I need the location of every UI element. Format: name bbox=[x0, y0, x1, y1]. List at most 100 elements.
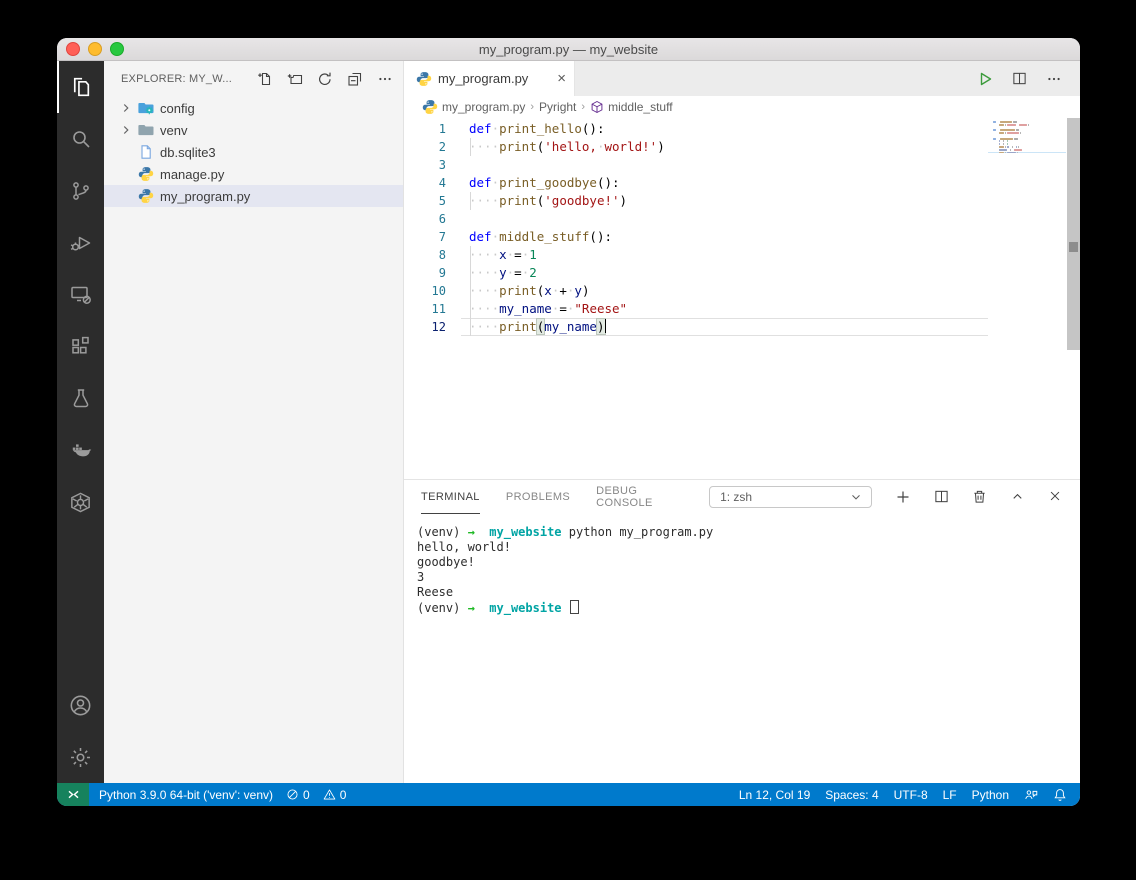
shell-selector-value: 1: zsh bbox=[720, 490, 752, 504]
close-x-icon[interactable] bbox=[1048, 489, 1062, 505]
breadcrumb-item-Pyright[interactable]: Pyright bbox=[539, 100, 576, 114]
line-number: 12 bbox=[404, 318, 461, 336]
status-cursor-position[interactable]: Ln 12, Col 19 bbox=[739, 788, 810, 802]
activity-item-settings-gear[interactable] bbox=[57, 731, 104, 783]
titlebar: my_program.py — my_website bbox=[57, 38, 1080, 61]
run-icon[interactable] bbox=[977, 71, 993, 87]
activity-item-files[interactable] bbox=[57, 61, 104, 113]
terminal-line: hello, world! bbox=[417, 540, 1080, 555]
code-line-7[interactable]: 7def·middle_stuff(): bbox=[404, 228, 988, 246]
source-control-icon bbox=[69, 179, 93, 203]
explorer-sidebar: EXPLORER: MY_W... config venvdb.sqlite3 ma… bbox=[104, 61, 404, 783]
tree-item-label: manage.py bbox=[158, 167, 224, 182]
panel-tab-debug-console[interactable]: DEBUG CONSOLE bbox=[596, 480, 683, 514]
activity-item-remote-explorer[interactable] bbox=[57, 269, 104, 321]
minimap-line bbox=[988, 121, 1066, 123]
status-left: Python 3.9.0 64-bit ('venv': venv) 00 bbox=[89, 788, 346, 802]
tree-item-label: config bbox=[158, 101, 195, 116]
trash-icon[interactable] bbox=[972, 489, 987, 505]
tree-item-config[interactable]: config bbox=[104, 97, 403, 119]
search-icon bbox=[69, 127, 93, 151]
text-cursor bbox=[605, 319, 607, 333]
minimap[interactable] bbox=[988, 121, 1066, 154]
line-number: 2 bbox=[404, 138, 461, 156]
plus-icon[interactable] bbox=[895, 489, 911, 505]
panel-header: TERMINAL PROBLEMS DEBUG CONSOLE 1: zsh bbox=[404, 480, 1080, 513]
extensions-icon bbox=[69, 335, 93, 359]
activity-item-extensions[interactable] bbox=[57, 321, 104, 373]
terminal-line: 3 bbox=[417, 570, 1080, 585]
line-number: 7 bbox=[404, 228, 461, 246]
shell-selector[interactable]: 1: zsh bbox=[709, 486, 872, 508]
minimap-line bbox=[988, 146, 1066, 148]
code-line-2[interactable]: 2····print('hello,·world!') bbox=[404, 138, 988, 156]
status-notifications[interactable] bbox=[1053, 788, 1067, 802]
activity-item-source-control[interactable] bbox=[57, 165, 104, 217]
split-editor-icon[interactable] bbox=[934, 489, 949, 505]
status-python-interpreter[interactable]: Python 3.9.0 64-bit ('venv': venv) bbox=[99, 788, 273, 802]
python-icon bbox=[416, 71, 432, 87]
panel-tab-terminal[interactable]: TERMINAL bbox=[421, 480, 480, 514]
run-debug-icon bbox=[69, 231, 93, 255]
code-rows: 1def·print_hello():2····print('hello,·wo… bbox=[404, 118, 988, 336]
activity-item-run-debug[interactable] bbox=[57, 217, 104, 269]
close-icon[interactable]: × bbox=[557, 71, 566, 86]
more-icon[interactable] bbox=[377, 71, 393, 87]
warning-icon bbox=[323, 788, 336, 801]
status-language-mode[interactable]: Python bbox=[972, 788, 1009, 802]
collapse-all-icon[interactable] bbox=[347, 71, 363, 87]
code-line-12[interactable]: 12····print(my_name) bbox=[404, 318, 988, 336]
activity-item-search[interactable] bbox=[57, 113, 104, 165]
code-line-3[interactable]: 3 bbox=[404, 156, 988, 174]
status-warnings[interactable]: 0 bbox=[323, 788, 347, 802]
code-line-6[interactable]: 6 bbox=[404, 210, 988, 228]
status-indentation[interactable]: Spaces: 4 bbox=[825, 788, 878, 802]
status-eol[interactable]: LF bbox=[943, 788, 957, 802]
split-editor-icon[interactable] bbox=[1012, 71, 1027, 86]
activity-item-kubernetes[interactable] bbox=[57, 477, 104, 529]
line-content: ····print('hello,·world!') bbox=[461, 138, 988, 156]
breadcrumb-label: my_program.py bbox=[442, 100, 525, 114]
editor-scrollbar[interactable] bbox=[1067, 118, 1080, 350]
activity-item-account[interactable] bbox=[57, 679, 104, 731]
line-content bbox=[461, 156, 988, 174]
status-encoding[interactable]: UTF-8 bbox=[894, 788, 928, 802]
tree-item-db.sqlite3[interactable]: db.sqlite3 bbox=[104, 141, 403, 163]
tab-my-program[interactable]: my_program.py × bbox=[404, 61, 575, 96]
files-icon bbox=[68, 75, 93, 100]
minimap-line bbox=[988, 152, 1066, 154]
status-feedback[interactable] bbox=[1024, 788, 1038, 802]
tree-item-venv[interactable]: venv bbox=[104, 119, 403, 141]
panel-tabs: TERMINAL PROBLEMS DEBUG CONSOLE bbox=[421, 480, 709, 513]
status-errors[interactable]: 0 bbox=[286, 788, 310, 802]
code-line-5[interactable]: 5····print('goodbye!') bbox=[404, 192, 988, 210]
breadcrumb-item-my_program.py[interactable]: my_program.py bbox=[422, 99, 525, 115]
more-icon[interactable] bbox=[1046, 71, 1062, 87]
tree-item-my_program.py[interactable]: my_program.py bbox=[104, 185, 403, 207]
breadcrumb-item-middle_stuff[interactable]: middle_stuff bbox=[590, 100, 672, 114]
refresh-icon[interactable] bbox=[317, 71, 333, 87]
terminal-output[interactable]: (venv) → my_website python my_program.py… bbox=[404, 513, 1080, 783]
tree-item-manage.py[interactable]: manage.py bbox=[104, 163, 403, 185]
code-line-8[interactable]: 8····x·=·1 bbox=[404, 246, 988, 264]
activity-item-testing[interactable] bbox=[57, 373, 104, 425]
code-line-11[interactable]: 11····my_name·=·"Reese" bbox=[404, 300, 988, 318]
explorer-tree: config venvdb.sqlite3 manage.py my_program.… bbox=[104, 97, 403, 207]
code-line-10[interactable]: 10····print(x·+·y) bbox=[404, 282, 988, 300]
remote-indicator[interactable] bbox=[57, 783, 89, 806]
minimap-line bbox=[988, 129, 1066, 131]
scrollbar-cursor-marker bbox=[1069, 242, 1078, 252]
explorer-header: EXPLORER: MY_W... bbox=[104, 61, 403, 97]
panel-tab-problems[interactable]: PROBLEMS bbox=[506, 480, 570, 514]
code-line-9[interactable]: 9····y·=·2 bbox=[404, 264, 988, 282]
minimap-line bbox=[988, 138, 1066, 140]
new-folder-icon[interactable] bbox=[287, 71, 303, 87]
code-editor[interactable]: 1def·print_hello():2····print('hello,·wo… bbox=[404, 118, 1080, 479]
code-line-1[interactable]: 1def·print_hello(): bbox=[404, 120, 988, 138]
activity-item-docker[interactable] bbox=[57, 425, 104, 477]
new-file-icon[interactable] bbox=[257, 71, 273, 87]
file-icon bbox=[138, 144, 154, 160]
chevron-up-icon[interactable] bbox=[1010, 489, 1025, 505]
code-line-4[interactable]: 4def·print_goodbye(): bbox=[404, 174, 988, 192]
activity-bar bbox=[57, 61, 104, 783]
